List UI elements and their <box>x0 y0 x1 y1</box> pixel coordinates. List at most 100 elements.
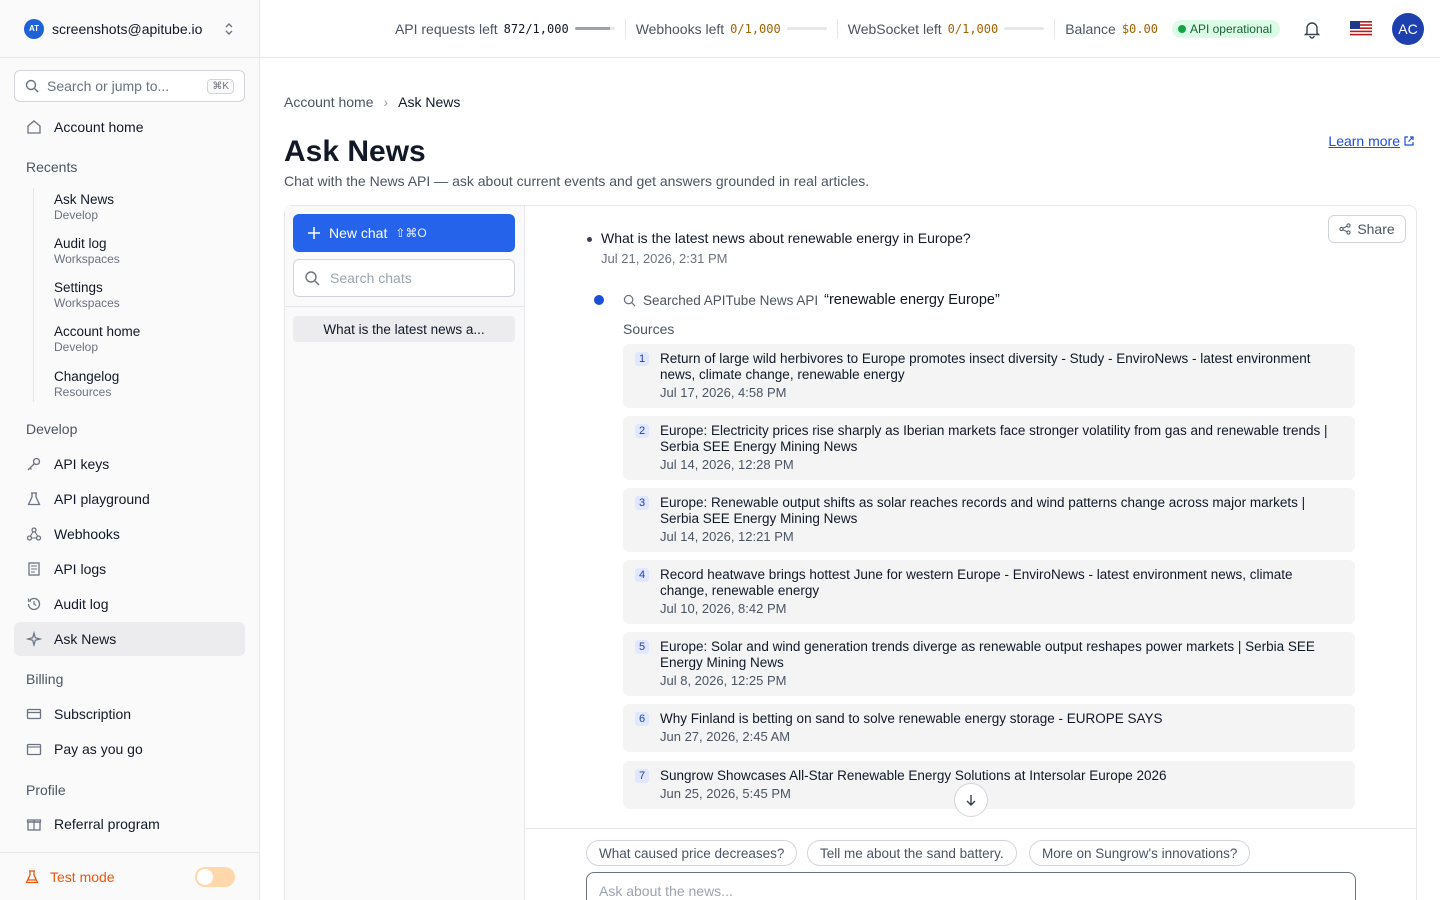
recent-item-account-home[interactable]: Account home Develop <box>54 324 140 355</box>
home-icon <box>26 119 42 135</box>
sidebar-item-label: Pay as you go <box>54 741 143 757</box>
credit-card-icon <box>26 706 42 722</box>
source-date: Jul 14, 2026, 12:21 PM <box>660 529 794 544</box>
source-item[interactable]: 5 Europe: Solar and wind generation tren… <box>623 632 1355 696</box>
question-timestamp: Jul 21, 2026, 2:31 PM <box>601 251 728 266</box>
search-shortcut: ⌘K <box>207 78 234 94</box>
source-item[interactable]: 4 Record heatwave brings hottest June fo… <box>623 560 1355 624</box>
recents-section-title: Recents <box>26 159 78 175</box>
profile-section-title: Profile <box>26 782 66 798</box>
sidebar-item-webhooks[interactable]: Webhooks <box>14 517 245 551</box>
develop-section-title: Develop <box>26 421 78 437</box>
source-item[interactable]: 2 Europe: Electricity prices rise sharpl… <box>623 416 1355 480</box>
learn-more-label: Learn more <box>1328 133 1400 149</box>
sidebar-item-ask-news[interactable]: Ask News <box>14 622 245 656</box>
search-icon <box>305 271 320 286</box>
suggestion-chip[interactable]: Tell me about the sand battery. <box>807 840 1017 866</box>
search-chats-placeholder: Search chats <box>330 270 412 286</box>
search-placeholder: Search or jump to... <box>47 78 170 94</box>
status-badge[interactable]: API operational <box>1171 19 1280 38</box>
chevron-right-icon: › <box>383 94 389 110</box>
sidebar-item-api-keys[interactable]: API keys <box>14 447 245 481</box>
share-icon <box>1339 223 1351 235</box>
api-requests-value: 872/1,000 <box>503 21 569 36</box>
chat-history-item[interactable]: What is the latest news a... <box>293 316 515 342</box>
billing-section-title: Billing <box>26 671 64 687</box>
source-number: 1 <box>635 352 649 366</box>
sidebar-item-label: Webhooks <box>54 526 120 542</box>
account-switcher[interactable]: AT screenshots@apitube.io <box>0 0 259 58</box>
breadcrumb-account-home[interactable]: Account home <box>284 94 374 110</box>
source-item[interactable]: 7 Sungrow Showcases All-Star Renewable E… <box>623 761 1355 809</box>
sidebar-item-label: Account home <box>54 119 144 135</box>
divider <box>285 306 525 307</box>
recent-section: Workspaces <box>54 252 120 266</box>
recent-item-settings[interactable]: Settings Workspaces <box>54 280 120 311</box>
step-indicator <box>594 295 604 305</box>
suggestion-chip[interactable]: More on Sungrow's innovations? <box>1029 840 1251 866</box>
suggestion-chip[interactable]: What caused price decreases? <box>586 840 798 866</box>
recent-section: Develop <box>54 208 99 222</box>
test-mode-label: Test mode <box>50 868 115 885</box>
arrow-down-icon <box>966 795 976 806</box>
websocket-bar <box>1004 27 1045 30</box>
recent-item-audit-log[interactable]: Audit log Workspaces <box>54 236 120 267</box>
source-number: 7 <box>635 769 649 783</box>
webhooks-label: Webhooks left <box>635 20 725 37</box>
recent-title: Settings <box>54 280 103 295</box>
api-requests-label: API requests left <box>394 20 498 37</box>
scroll-down-button[interactable] <box>954 783 988 817</box>
source-number: 3 <box>635 496 649 510</box>
sidebar-item-label: Subscription <box>54 706 132 722</box>
sources-title: Sources <box>623 321 675 337</box>
balance-stat: Balance $0.00 <box>1055 21 1168 37</box>
search-chats-input[interactable]: Search chats <box>293 259 515 297</box>
search-icon <box>25 79 39 93</box>
sidebar-item-referral-program[interactable]: Referral program <box>14 807 245 841</box>
chat-list: New chat ⇧⌘O Search chats What is the la… <box>285 206 525 900</box>
search-step: Searched APITube News API “renewable ene… <box>623 292 1000 308</box>
sidebar-item-api-logs[interactable]: API logs <box>14 552 245 586</box>
gift-icon <box>26 816 42 832</box>
source-title: Europe: Renewable output shifts as solar… <box>660 495 1306 526</box>
websocket-value: 0/1,000 <box>947 21 999 36</box>
external-link-icon <box>1404 136 1414 146</box>
source-date: Jun 27, 2026, 2:45 AM <box>660 729 791 744</box>
sidebar-item-account-home[interactable]: Account home <box>14 110 245 144</box>
source-item[interactable]: 6 Why Finland is betting on sand to solv… <box>623 704 1355 752</box>
balance-value: $0.00 <box>1121 21 1158 36</box>
source-date: Jun 25, 2026, 5:45 PM <box>660 786 791 801</box>
sidebar-item-label: API keys <box>54 456 110 472</box>
bell-icon[interactable] <box>1302 19 1322 39</box>
search-input[interactable]: Search or jump to... ⌘K <box>14 70 245 102</box>
new-chat-shortcut: ⇧⌘O <box>395 226 427 240</box>
webhooks-bar <box>786 27 827 30</box>
recent-item-ask-news[interactable]: Ask News Develop <box>54 192 114 223</box>
sidebar-item-api-playground[interactable]: API playground <box>14 482 245 516</box>
source-title: Why Finland is betting on sand to solve … <box>660 711 1163 726</box>
us-flag-icon[interactable] <box>1350 20 1372 37</box>
source-date: Jul 8, 2026, 12:25 PM <box>660 673 787 688</box>
sidebar-item-label: API playground <box>54 491 150 507</box>
chevron-up-down-icon <box>225 23 233 35</box>
avatar[interactable]: AC <box>1392 12 1424 45</box>
sidebar-item-pay-as-you-go[interactable]: Pay as you go <box>14 732 245 766</box>
learn-more-link[interactable]: Learn more <box>1328 133 1415 149</box>
recent-section: Workspaces <box>54 296 120 310</box>
source-item[interactable]: 3 Europe: Renewable output shifts as sol… <box>623 488 1355 552</box>
breadcrumb-current: Ask News <box>398 94 461 110</box>
source-item[interactable]: 1 Return of large wild herbivores to Eur… <box>623 344 1355 408</box>
source-date: Jul 17, 2026, 4:58 PM <box>660 385 787 400</box>
source-number: 2 <box>635 424 649 438</box>
recent-item-changelog[interactable]: Changelog Resources <box>54 369 119 400</box>
search-step-label: Searched APITube News API <box>643 292 819 308</box>
sidebar-item-subscription[interactable]: Subscription <box>14 697 245 731</box>
chat-input[interactable]: Ask about the news... <box>586 872 1356 900</box>
test-mode-row: Test mode <box>0 852 259 900</box>
share-button[interactable]: Share <box>1328 215 1406 243</box>
test-mode-toggle[interactable] <box>195 867 235 887</box>
sidebar-item-audit-log[interactable]: Audit log <box>14 587 245 621</box>
apitube-logo: AT <box>24 18 44 39</box>
new-chat-button[interactable]: New chat ⇧⌘O <box>293 214 515 252</box>
account-email: screenshots@apitube.io <box>52 20 203 37</box>
